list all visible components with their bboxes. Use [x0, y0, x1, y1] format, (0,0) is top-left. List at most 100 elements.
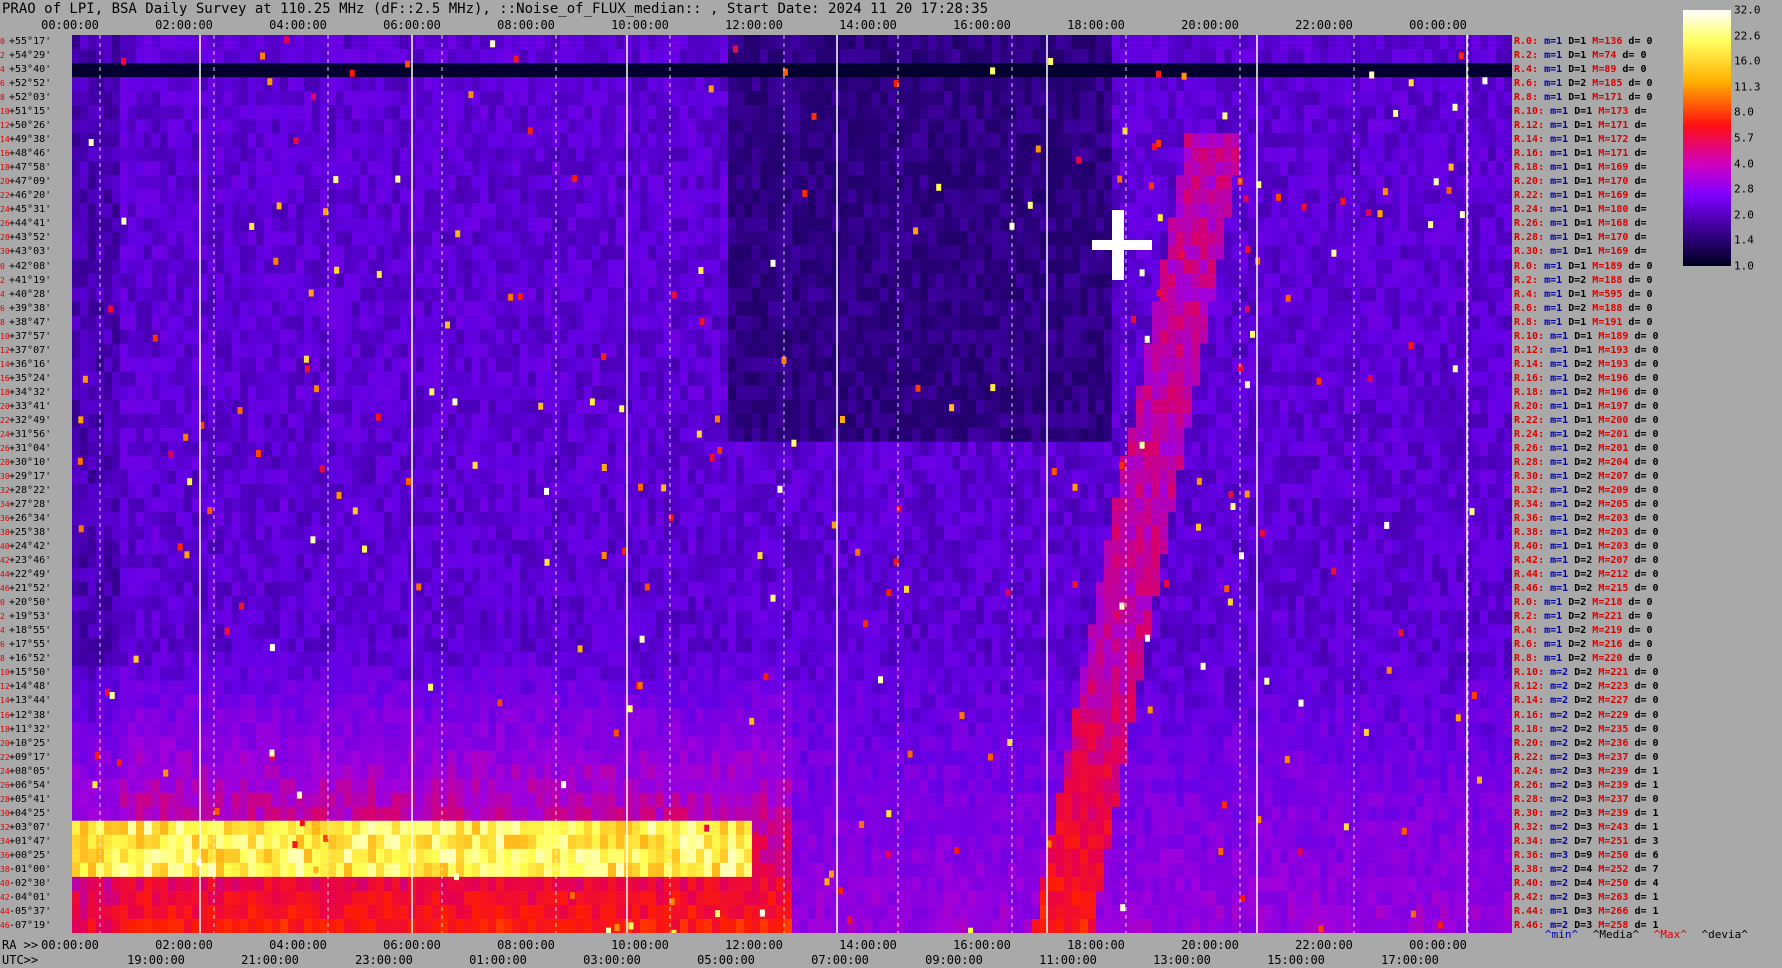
heatmap-cell [1304, 63, 1313, 78]
heatmap-cell [616, 35, 625, 50]
heatmap-cell [840, 63, 849, 78]
heatmap-cell [320, 385, 329, 401]
heatmap-cell [696, 133, 705, 148]
heatmap-cell [984, 343, 993, 359]
heatmap-cell [800, 371, 809, 387]
heatmap-cell [656, 105, 665, 120]
heatmap-cell [264, 399, 273, 415]
dec-index: 0 [0, 598, 5, 608]
heatmap-cell [1216, 217, 1225, 232]
heatmap-cell [392, 35, 401, 50]
heatmap-cell [1272, 133, 1281, 148]
heatmap-cell [752, 175, 761, 190]
heatmap-cell [72, 161, 81, 176]
heatmap-cell [1016, 357, 1025, 373]
heatmap-cell [536, 371, 545, 387]
heatmap-cell [88, 189, 97, 204]
heatmap-cell [1264, 91, 1273, 106]
heatmap-cell [1296, 329, 1305, 345]
heatmap-cell [1504, 133, 1512, 148]
heatmap-cell [768, 49, 777, 64]
heatmap-cell [1416, 357, 1425, 373]
heatmap-cell [80, 147, 89, 162]
heatmap-cell [1472, 357, 1481, 373]
heatmap-cell [1336, 91, 1345, 106]
heatmap-cell [912, 161, 921, 176]
heatmap-cell [80, 385, 89, 401]
heatmap-cell [1384, 63, 1393, 78]
heatmap-cell [80, 91, 89, 106]
heatmap-cell [1200, 217, 1209, 232]
heatmap-cell [504, 259, 513, 275]
heatmap-cell [824, 77, 833, 92]
heatmap-cell [776, 301, 785, 317]
heatmap-cell [208, 315, 217, 331]
heatmap-cell [1328, 133, 1337, 148]
dec-value: +50°26' [9, 120, 52, 132]
heatmap-cell [456, 91, 465, 106]
heatmap-cell [432, 175, 441, 190]
heatmap-cell [216, 133, 225, 148]
heatmap-cell [1440, 77, 1449, 92]
heatmap-cell [128, 161, 137, 176]
heatmap-cell [1152, 105, 1161, 120]
heatmap-cell [744, 385, 753, 401]
heatmap-cell [1328, 343, 1337, 359]
heatmap-cell [1176, 49, 1185, 64]
heatmap-cell [168, 203, 177, 218]
heatmap-cell [1352, 259, 1361, 275]
heatmap-cell [856, 315, 865, 331]
heatmap-cell [928, 371, 937, 387]
heatmap-cell [848, 399, 857, 415]
heatmap-cell [640, 161, 649, 176]
heatmap-cell [680, 189, 689, 204]
heatmap-cell [128, 245, 137, 260]
heatmap-cell [880, 119, 889, 134]
heatmap-cell [664, 315, 673, 331]
heatmap-cell [1304, 105, 1313, 120]
heatmap-cell [1112, 385, 1121, 401]
heatmap-cell [1376, 273, 1385, 289]
dec-row: 36+00°25' [0, 849, 72, 863]
heatmap-cell [248, 315, 257, 331]
heatmap-cell [352, 35, 361, 50]
heatmap-cell [968, 231, 977, 246]
heatmap-cell [1480, 63, 1489, 78]
heatmap-cell [400, 259, 409, 275]
heatmap-cell [536, 77, 545, 92]
heatmap-cell [1024, 245, 1033, 260]
heatmap-cell [1168, 259, 1177, 275]
heatmap-cell [784, 273, 793, 289]
heatmap-cell [664, 35, 673, 50]
heatmap-cell [184, 91, 193, 106]
heatmap-cell [896, 35, 905, 50]
heatmap-cell [816, 231, 825, 246]
heatmap-cell [72, 119, 81, 134]
heatmap-cell [1456, 77, 1465, 92]
heatmap-cell [1080, 315, 1089, 331]
heatmap-cell [1240, 91, 1249, 106]
heatmap-cell [1088, 287, 1097, 303]
heatmap-cell [1096, 133, 1105, 148]
heatmap-cell [1016, 287, 1025, 303]
heatmap-cell [848, 259, 857, 275]
heatmap-cell [848, 119, 857, 134]
heatmap-cell [200, 105, 209, 120]
heatmap-cell [544, 49, 553, 64]
heatmap-cell [1232, 301, 1241, 317]
heatmap-cell [344, 203, 353, 218]
heatmap-cell [464, 203, 473, 218]
heatmap-cell [1296, 133, 1305, 148]
heatmap-cell [1264, 175, 1273, 190]
heatmap-cell [176, 49, 185, 64]
heatmap-cell [1104, 91, 1113, 106]
heatmap-cell [1176, 133, 1185, 148]
heatmap-cell [608, 315, 617, 331]
heatmap-cell [168, 301, 177, 317]
heatmap-cell [816, 273, 825, 289]
heatmap-cell [160, 175, 169, 190]
heatmap-cell [1312, 63, 1321, 78]
heatmap-cell [512, 315, 521, 331]
heatmap-cell [600, 287, 609, 303]
heatmap-cell [1432, 105, 1441, 120]
